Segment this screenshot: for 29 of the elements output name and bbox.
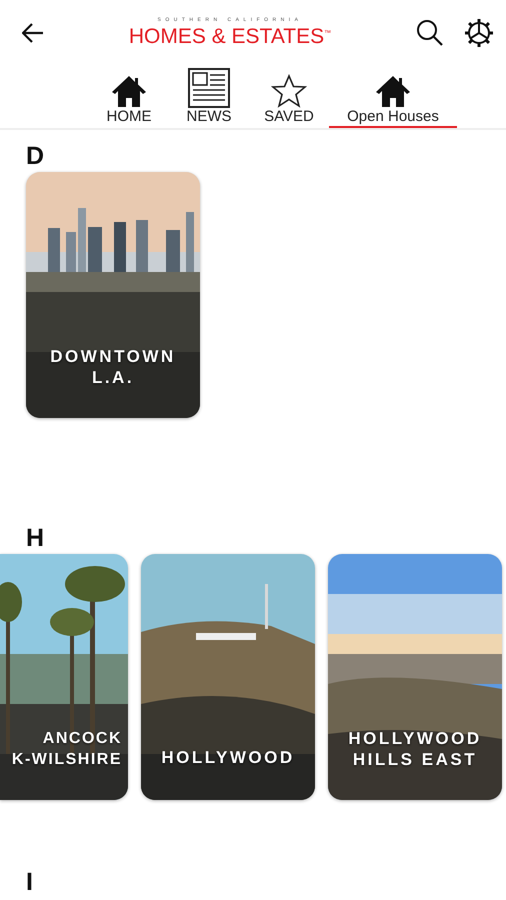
neighborhood-card[interactable]: DOWNTOWN L.A. <box>26 172 200 418</box>
nav-tab[interactable]: NEWS <box>169 65 249 128</box>
search-icon <box>416 18 444 46</box>
search-button[interactable] <box>416 18 444 46</box>
back-arrow-icon <box>22 22 44 42</box>
home-icon <box>375 74 411 108</box>
star-icon <box>271 74 307 108</box>
card-title: DOWNTOWN <box>50 346 176 367</box>
card-title: ANCOCK <box>42 729 122 749</box>
neighborhood-card[interactable]: HOLLYWOOD HILLS EAST <box>328 554 502 800</box>
card-title: HILLS EAST <box>352 749 478 770</box>
neighborhood-card[interactable]: ANCOCK K-WILSHIRE <box>0 554 128 800</box>
nav-tab[interactable]: SAVED <box>249 65 329 128</box>
section-letter: I <box>25 867 34 898</box>
settings-button[interactable] <box>464 18 494 48</box>
nav-tab[interactable]: Open Houses <box>329 65 457 128</box>
section-letter: D <box>25 141 46 172</box>
back-button[interactable] <box>22 22 44 42</box>
card-title: L.A. <box>92 367 134 388</box>
card-title: HOLLYWOOD <box>161 747 295 768</box>
section-letter: H <box>25 523 46 554</box>
settings-icon <box>464 18 494 48</box>
neighborhood-card[interactable]: HOLLYWOOD <box>141 554 315 800</box>
nav-tab[interactable]: HOME <box>89 65 169 128</box>
card-title: HOLLYWOOD <box>348 728 482 749</box>
card-title: K-WILSHIRE <box>12 750 122 770</box>
home-icon <box>111 74 147 108</box>
newspaper-icon <box>188 68 230 108</box>
logo: HOMES & ESTATES$^{™}$ <box>128 24 332 48</box>
